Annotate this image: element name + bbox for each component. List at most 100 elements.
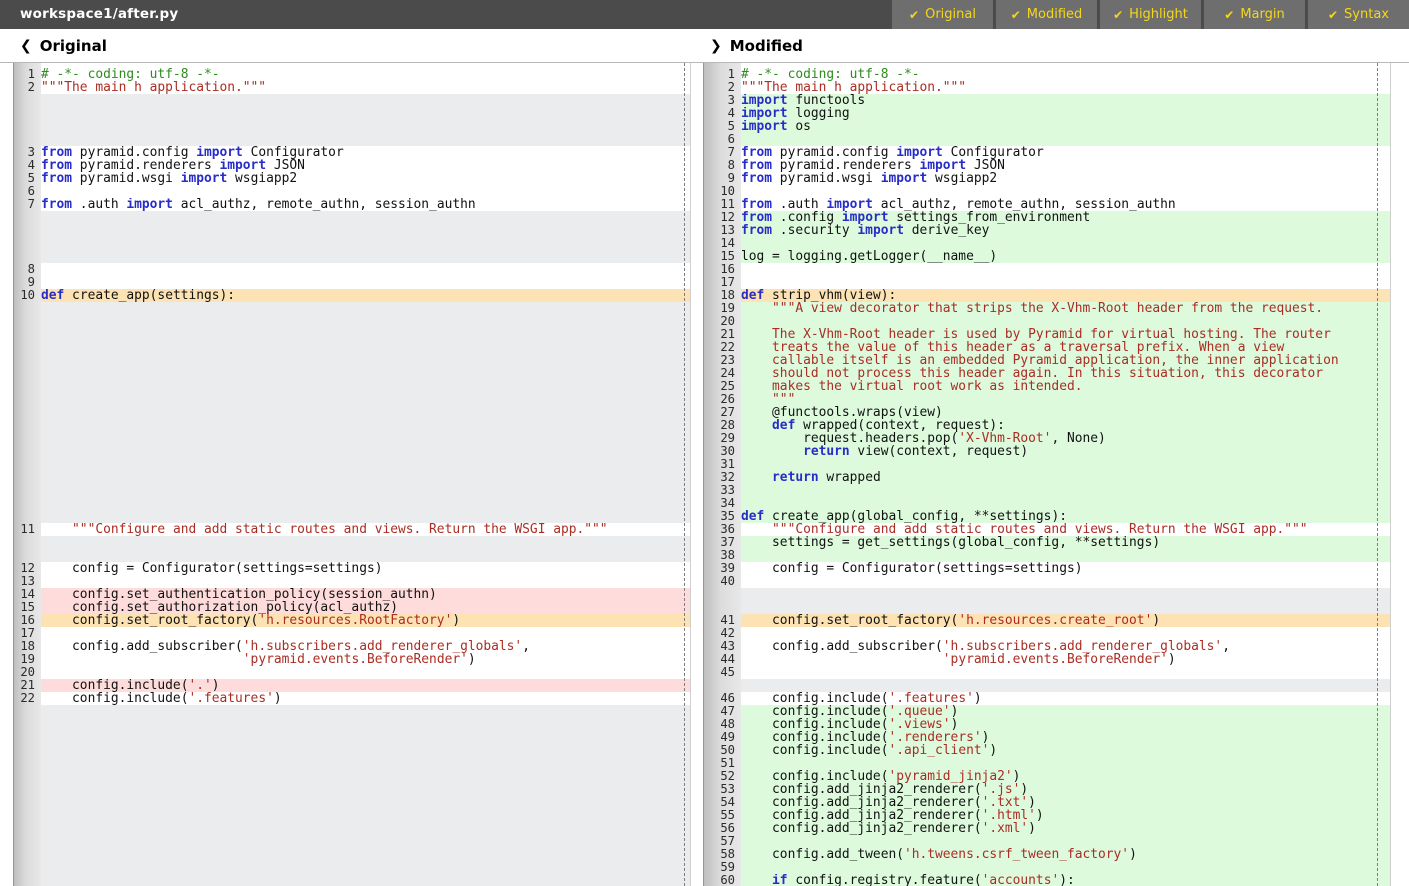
string-token: '.views' — [888, 718, 950, 731]
string-token: 'pyramid.events.BeforeRender' — [243, 653, 468, 666]
string-token: 'h.tweens.csrf_tween_factory' — [904, 848, 1129, 861]
code-line: """Configure and add static routes and v… — [41, 523, 690, 536]
code-token: strip_vhm(view): — [764, 289, 896, 302]
check-icon: ✔ — [1113, 8, 1123, 22]
code-token: , — [1222, 640, 1230, 653]
line-number — [14, 744, 41, 757]
diff-gap-row — [741, 679, 1390, 692]
code-line: The X-Vhm-Root header is used by Pyramid… — [741, 328, 1390, 341]
toggle-modified-button[interactable]: ✔ Modified — [996, 0, 1097, 29]
diff-gap-row — [41, 94, 690, 107]
code-line: log = logging.getLogger(__name__) — [741, 250, 1390, 263]
code-token: acl_authz, remote_authn, session_authn — [173, 198, 476, 211]
code-token: acl_authz, remote_authn, session_authn — [873, 198, 1176, 211]
toggle-margin-button[interactable]: ✔ Margin — [1204, 0, 1305, 29]
keyword-token: from — [741, 198, 772, 211]
code-token — [741, 419, 772, 432]
code-token: ) — [1152, 614, 1160, 627]
line-number — [14, 393, 41, 406]
code-token — [41, 523, 72, 536]
code-token: config.registry.feature( — [788, 874, 982, 886]
code-token: config.include( — [41, 692, 188, 705]
string-token: """ — [772, 393, 795, 406]
line-number — [14, 406, 41, 419]
string-token: makes the virtual root work as intended. — [772, 380, 1082, 393]
string-token: should not process this header again. In… — [772, 367, 1323, 380]
comment-token: # -*- coding: utf-8 -*- — [41, 68, 220, 81]
keyword-token: import — [920, 159, 967, 172]
line-number — [14, 718, 41, 731]
line-number — [14, 809, 41, 822]
line-number — [14, 380, 41, 393]
string-token: '.txt' — [982, 796, 1029, 809]
keyword-token: return — [772, 471, 819, 484]
diff-gap-row — [41, 536, 690, 549]
diff-gap-row — [741, 588, 1390, 601]
line-number: 7 — [704, 146, 741, 159]
code-line: from .security import derive_key — [741, 224, 1390, 237]
code-token: ) — [1020, 783, 1028, 796]
line-number: 1 — [704, 68, 741, 81]
code-line — [741, 315, 1390, 328]
code-line: """ — [741, 393, 1390, 406]
code-token: config.include( — [41, 679, 188, 692]
line-number — [14, 224, 41, 237]
original-line-number-gutter: 12345678910111213141516171819202122 — [13, 63, 41, 886]
string-token: treats the value of this header as a tra… — [772, 341, 1284, 354]
diff-gap-row — [41, 120, 690, 133]
code-line: config = Configurator(settings=settings) — [741, 562, 1390, 575]
keyword-token: def — [741, 510, 764, 523]
code-line: config.include('pyramid_jinja2') — [741, 770, 1390, 783]
code-line: # -*- coding: utf-8 -*- — [741, 68, 1390, 81]
line-number — [14, 328, 41, 341]
keyword-token: if — [772, 874, 788, 886]
keyword-token: import — [741, 94, 788, 107]
keyword-token: import — [857, 224, 904, 237]
code-token: wsgiapp2 — [927, 172, 997, 185]
code-token: request.headers.pop( — [741, 432, 958, 445]
check-icon: ✔ — [909, 8, 919, 22]
code-line: config.add_jinja2_renderer('.txt') — [741, 796, 1390, 809]
toggle-original-button[interactable]: ✔ Original — [892, 0, 993, 29]
check-icon: ✔ — [1328, 8, 1338, 22]
code-line: config.add_jinja2_renderer('.html') — [741, 809, 1390, 822]
code-token: pyramid.wsgi — [72, 172, 181, 185]
code-token: ) — [982, 731, 990, 744]
code-token: config.include( — [741, 718, 888, 731]
modified-code-content[interactable]: # -*- coding: utf-8 -*-"""The main h app… — [741, 63, 1390, 886]
line-number — [14, 120, 41, 133]
modified-pane-header: ❯ Modified — [710, 29, 803, 62]
diff-gap-row — [41, 861, 690, 874]
line-number — [704, 588, 741, 601]
diff-gap-row — [41, 796, 690, 809]
diff-gap-row — [41, 835, 690, 848]
code-line — [41, 666, 690, 679]
code-token: create_app(global_config, **settings): — [764, 510, 1067, 523]
code-line: request.headers.pop('X-Vhm-Root', None) — [741, 432, 1390, 445]
line-number — [14, 861, 41, 874]
diff-gap-row — [41, 419, 690, 432]
code-token: JSON — [966, 159, 1005, 172]
code-token — [741, 380, 772, 393]
line-number: 3 — [704, 94, 741, 107]
diff-gap-row — [741, 601, 1390, 614]
string-token: '.api_client' — [888, 744, 989, 757]
toggle-highlight-button[interactable]: ✔ Highlight — [1100, 0, 1201, 29]
line-number — [14, 419, 41, 432]
original-code-content[interactable]: # -*- coding: utf-8 -*-"""The main h app… — [41, 63, 690, 886]
code-line: config.include('.features') — [41, 692, 690, 705]
code-token: ) — [452, 614, 460, 627]
string-token: '.renderers' — [888, 731, 981, 744]
string-token: """Configure and add static routes and v… — [72, 523, 608, 536]
code-token: ) — [1028, 822, 1036, 835]
toggle-syntax-button[interactable]: ✔ Syntax — [1308, 0, 1409, 29]
keyword-token: import — [181, 172, 228, 185]
check-icon: ✔ — [1011, 8, 1021, 22]
diff-gap-row — [41, 471, 690, 484]
code-token: view(context, request) — [850, 445, 1029, 458]
diff-gap-row — [41, 315, 690, 328]
code-token: Configurator — [943, 146, 1044, 159]
code-line: from pyramid.config import Configurator — [741, 146, 1390, 159]
code-token: JSON — [266, 159, 305, 172]
toggle-original-label: Original — [925, 7, 976, 22]
